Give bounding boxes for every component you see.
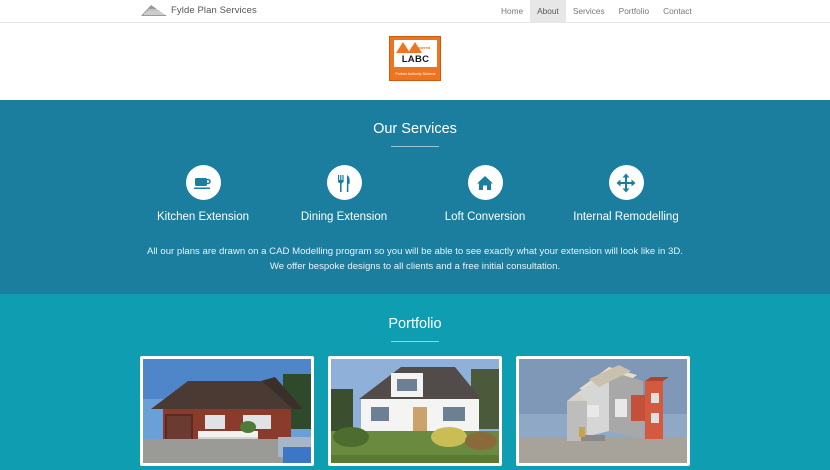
cutlery-icon <box>326 165 362 200</box>
service-label: Loft Conversion <box>444 211 526 223</box>
service-kitchen-extension[interactable]: Kitchen Extension <box>128 165 278 223</box>
portfolio-section: Portfolio <box>0 294 830 470</box>
brand-link[interactable]: Fylde Plan Services <box>141 3 257 17</box>
nav-about[interactable]: About <box>530 0 566 23</box>
labc-registered-text: registered <box>411 45 431 50</box>
services-title: Our Services <box>373 121 457 137</box>
move-arrows-icon <box>608 165 644 200</box>
portfolio-title: Portfolio <box>388 316 442 332</box>
services-section: Our Services Kitchen Extension Dining Ex… <box>0 100 830 294</box>
portfolio-image-white-house[interactable] <box>328 356 502 466</box>
cad-model-render <box>519 359 687 463</box>
portfolio-image-bungalow[interactable] <box>140 356 314 466</box>
accreditation-strip: registered LABC Partner Authority Scheme <box>0 23 830 100</box>
service-label: Internal Remodelling <box>573 211 679 223</box>
labc-logo-panel: registered LABC <box>394 40 437 67</box>
coffee-cup-icon <box>185 165 221 200</box>
labc-subtext: Partner Authority Scheme <box>395 72 436 76</box>
bungalow-photo <box>143 359 311 463</box>
labc-text: LABC <box>401 54 430 65</box>
portfolio-image-cad-model[interactable] <box>516 356 690 466</box>
nav-portfolio[interactable]: Portfolio <box>612 0 656 23</box>
services-divider <box>391 146 439 147</box>
portfolio-divider <box>391 341 439 342</box>
service-internal-remodelling[interactable]: Internal Remodelling <box>551 165 701 223</box>
nav-contact[interactable]: Contact <box>656 0 699 23</box>
main-nav: Home About Services Portfolio Contact <box>494 0 699 23</box>
labc-logo: registered LABC Partner Authority Scheme <box>389 36 441 81</box>
brand-logo-icon <box>141 5 167 16</box>
white-house-photo <box>331 359 499 463</box>
service-dining-extension[interactable]: Dining Extension <box>269 165 419 223</box>
services-description: All our plans are drawn on a CAD Modelli… <box>147 246 683 272</box>
home-icon <box>467 165 503 200</box>
service-loft-conversion[interactable]: Loft Conversion <box>410 165 560 223</box>
nav-home[interactable]: Home <box>494 0 530 23</box>
navbar: Fylde Plan Services Home About Services … <box>0 0 830 23</box>
service-label: Dining Extension <box>300 211 388 223</box>
nav-services[interactable]: Services <box>566 0 612 23</box>
brand-name: Fylde Plan Services <box>171 4 257 16</box>
service-label: Kitchen Extension <box>156 211 250 223</box>
